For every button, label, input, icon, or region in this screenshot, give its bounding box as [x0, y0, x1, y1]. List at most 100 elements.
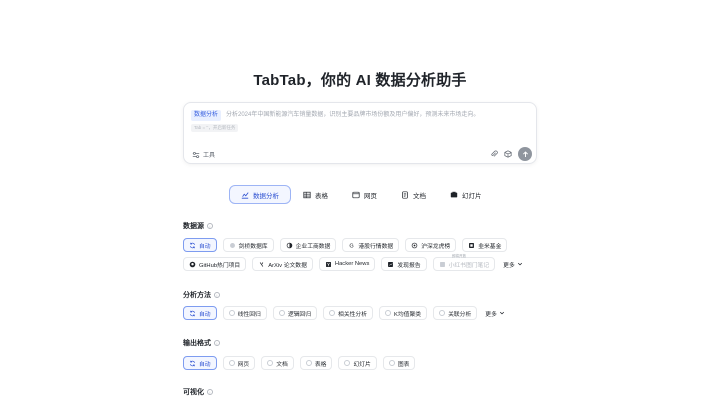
chart-icon	[241, 191, 249, 199]
info-icon[interactable]: i	[214, 292, 220, 298]
page-title: TabTab，你的 AI 数据分析助手	[253, 72, 467, 89]
svg-text:G: G	[350, 243, 354, 248]
info-icon[interactable]: i	[214, 340, 220, 346]
radio-icon	[329, 310, 336, 316]
refresh-icon	[190, 242, 195, 248]
output-auto[interactable]: 自动	[183, 356, 217, 370]
output-web[interactable]: 网页	[222, 356, 256, 370]
swirl-icon	[411, 242, 418, 248]
radio-icon	[385, 310, 392, 316]
tab-data-analysis[interactable]: 数据分析	[229, 185, 291, 204]
half-circle-icon	[286, 242, 292, 248]
mode-tabs: 数据分析 表格 网页 文档 幻灯片	[229, 185, 494, 204]
output-slides[interactable]: 幻灯片	[338, 356, 377, 370]
send-button[interactable]	[518, 147, 532, 161]
section-output: 输出格式 i	[183, 338, 220, 348]
output-chart[interactable]: 图表	[382, 356, 416, 370]
report-icon	[388, 261, 394, 267]
prompt-composer[interactable]: 数据分析 分析2024年中国新能源汽车销量数据，识别主要品牌市场份额及用户偏好，…	[183, 102, 537, 164]
method-more-button[interactable]: 更多	[483, 306, 507, 320]
source-hacker-news[interactable]: Hacker News	[318, 257, 376, 271]
coming-soon-badge: 即将开放	[452, 254, 466, 258]
chip-label: 自动	[199, 243, 211, 250]
github-icon	[189, 261, 196, 267]
chip-label: 沪深龙虎榜	[421, 243, 451, 250]
radio-icon	[267, 360, 274, 366]
radio-icon	[228, 310, 235, 316]
chevron-down-icon	[499, 311, 504, 315]
database-icon	[229, 242, 235, 248]
tab-label: 网页	[364, 192, 377, 200]
source-xiaohongshu: 小红书图门笔记	[432, 257, 496, 271]
radio-icon	[388, 360, 395, 366]
method-linear-regression[interactable]: 线性回归	[222, 306, 267, 320]
chip-label: 相关性分析	[338, 311, 368, 318]
method-association[interactable]: 关联分析	[433, 306, 478, 320]
chevron-down-icon	[517, 262, 522, 266]
method-correlation[interactable]: 相关性分析	[323, 306, 374, 320]
prompt-placeholder[interactable]: 分析2024年中国新能源汽车销量数据，识别主要品牌市场份额及用户偏好，预测未来市…	[226, 110, 479, 121]
section-title: 分析方法	[183, 292, 211, 299]
arrow-up-icon	[522, 150, 528, 157]
source-more-button[interactable]: 更多	[501, 257, 525, 271]
section-visual: 可视化 i	[183, 387, 213, 397]
source-cambridge[interactable]: 剑桥数据库	[222, 238, 274, 252]
tools-button[interactable]: 工具	[192, 150, 215, 159]
source-dragon-tiger[interactable]: 沪深龙虎榜	[405, 238, 457, 252]
more-label: 更多	[503, 262, 515, 269]
radio-icon	[305, 360, 312, 366]
source-hk-stock[interactable]: G 港股行情数据	[342, 238, 400, 252]
paperclip-icon[interactable]	[490, 150, 498, 158]
data-source-row-1: 自动 剑桥数据库 企业工商数据 G 港股行情数据 沪深龙虎榜 韭米基金	[183, 238, 508, 252]
mode-tag[interactable]: 数据分析	[191, 110, 222, 121]
radio-icon	[439, 310, 446, 316]
g-icon: G	[350, 243, 354, 248]
fund-icon	[469, 242, 475, 248]
output-doc[interactable]: 文档	[261, 356, 294, 370]
radio-icon	[278, 310, 285, 316]
tab-web[interactable]: 网页	[340, 185, 389, 204]
source-auto[interactable]: 自动	[183, 238, 217, 252]
output-table[interactable]: 表格	[299, 356, 333, 370]
method-auto[interactable]: 自动	[183, 306, 217, 320]
web-icon	[352, 191, 360, 198]
chip-label: 逻辑回归	[287, 311, 312, 318]
info-icon[interactable]: i	[207, 223, 213, 229]
chip-label: 自动	[199, 311, 211, 318]
chip-label: 文档	[276, 361, 288, 368]
data-source-row-2: GitHub热门项目 ArXiv 论文数据 Hacker News 发现报告 小…	[183, 257, 525, 271]
info-icon[interactable]: i	[207, 389, 213, 395]
chip-label: 关联分析	[448, 311, 472, 318]
tab-slides[interactable]: 幻灯片	[438, 185, 494, 204]
refresh-icon	[190, 360, 195, 366]
section-title: 数据源	[183, 223, 204, 230]
tab-label: 表格	[315, 192, 328, 200]
refresh-icon	[190, 310, 195, 316]
tab-hint: Tab = ‘’，开启新任务	[191, 124, 239, 132]
hacker-news-icon	[325, 261, 331, 267]
method-kmeans[interactable]: K均值聚类	[379, 306, 428, 320]
source-business[interactable]: 企业工商数据	[279, 238, 337, 252]
chip-label: 港股行情数据	[358, 243, 394, 250]
chip-label: 线性回归	[237, 311, 261, 318]
chip-label: Hacker News	[334, 261, 370, 267]
section-data-source: 数据源 i	[183, 221, 213, 231]
chip-label: 网页	[237, 361, 250, 368]
tools-label: 工具	[203, 153, 216, 159]
source-github[interactable]: GitHub热门项目	[183, 257, 247, 271]
source-report[interactable]: 发现报告	[381, 257, 427, 271]
tab-doc[interactable]: 文档	[389, 185, 438, 204]
sliders-icon	[192, 151, 200, 158]
method-row: 自动 线性回归 逻辑回归 相关性分析 K均值聚类 关联分析 更多	[183, 306, 507, 320]
chip-label: 小红书图门笔记	[448, 262, 490, 269]
source-fund[interactable]: 韭米基金	[462, 238, 508, 252]
chip-label: ArXiv 论文数据	[268, 262, 307, 269]
chip-label: 剑桥数据库	[238, 243, 268, 250]
method-logistic-regression[interactable]: 逻辑回归	[272, 306, 318, 320]
slides-icon	[450, 191, 458, 197]
source-arxiv[interactable]: ArXiv 论文数据	[252, 257, 313, 271]
chip-label: 发现报告	[397, 262, 421, 269]
tab-table[interactable]: 表格	[291, 185, 340, 204]
cube-icon[interactable]	[504, 150, 512, 158]
arxiv-icon	[260, 261, 264, 267]
